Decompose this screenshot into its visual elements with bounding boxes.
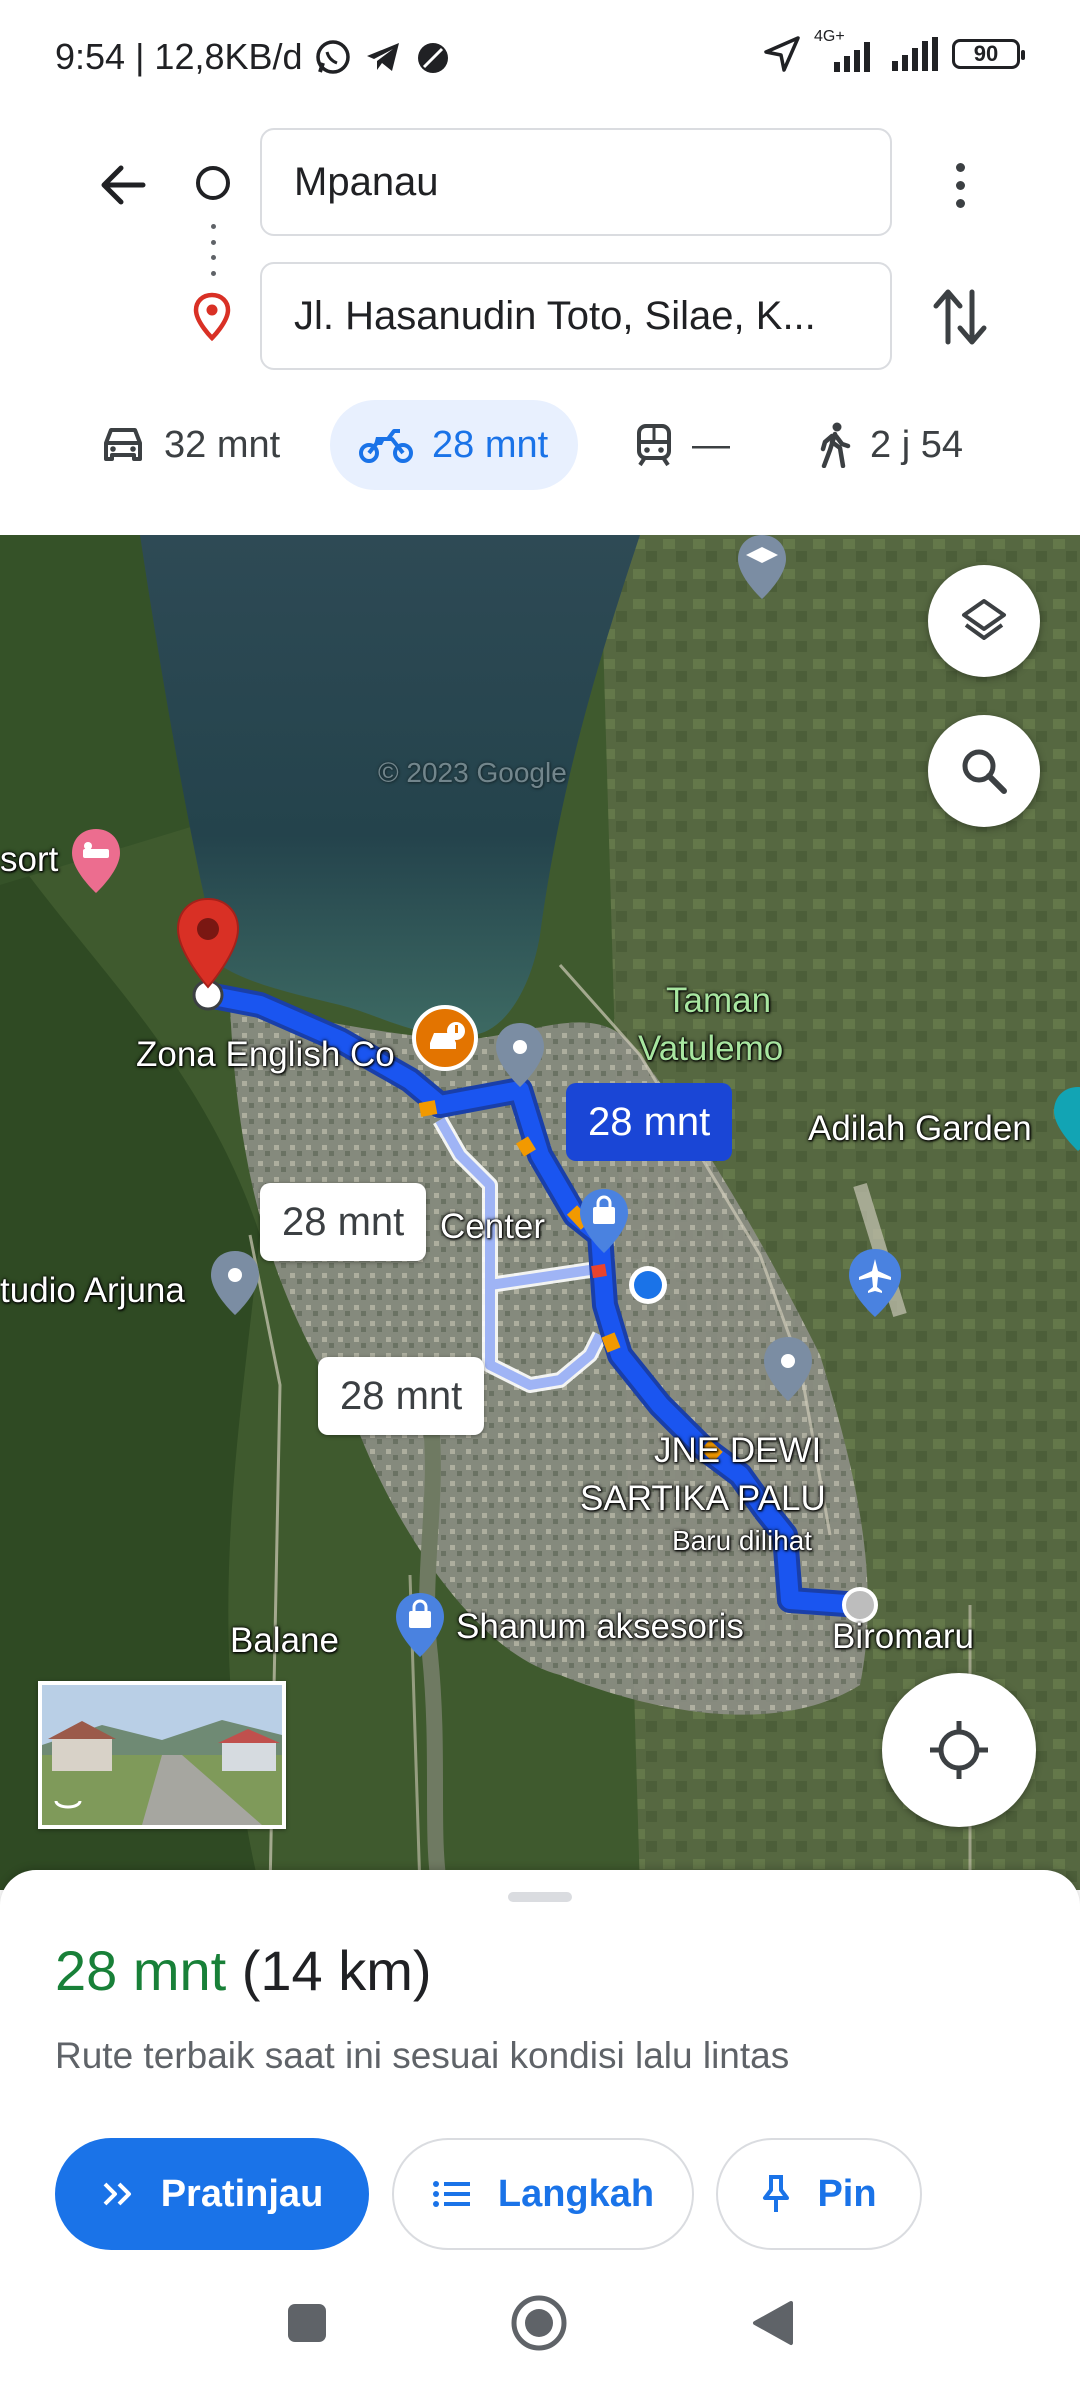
resort-poi-icon[interactable] bbox=[68, 825, 124, 897]
destination-pin-icon bbox=[193, 292, 231, 342]
status-time: 9:54 | 12,8KB/d bbox=[55, 36, 303, 77]
route-duration: 28 mnt bbox=[55, 1939, 227, 2002]
directions-header: Mpanau Jl. Hasanudin Toto, Silae, K... 3… bbox=[0, 110, 1080, 535]
gray-poi-icon[interactable] bbox=[492, 1019, 548, 1091]
whatsapp-icon bbox=[315, 40, 350, 74]
destination-field[interactable]: Jl. Hasanudin Toto, Silae, K... bbox=[260, 262, 892, 370]
preview-button[interactable]: Pratinjau bbox=[55, 2138, 369, 2250]
route-bubble-primary[interactable]: 28 mnt bbox=[566, 1083, 733, 1161]
destination-marker-icon[interactable] bbox=[172, 895, 244, 995]
map-label-center: Center bbox=[440, 1207, 546, 1246]
stopwatch-icon bbox=[417, 43, 448, 73]
map-label-resort: sort bbox=[0, 840, 59, 879]
back-arrow-icon bbox=[101, 165, 146, 205]
drag-handle[interactable] bbox=[508, 1892, 572, 1902]
layers-icon bbox=[962, 599, 1006, 640]
battery-level: 90 bbox=[973, 41, 999, 66]
map-label-sartika: SARTIKA PALU bbox=[580, 1479, 826, 1518]
route-bottom-sheet[interactable]: 28 mnt (14 km) Rute terbaik saat ini ses… bbox=[0, 1870, 1080, 2250]
map-label-biromaru: Biromaru bbox=[832, 1617, 974, 1656]
arjuna-poi-icon[interactable] bbox=[207, 1247, 263, 1319]
mode-motorcycle-label: 28 mnt bbox=[432, 423, 549, 466]
origin-field[interactable]: Mpanau bbox=[260, 128, 892, 236]
route-description: Rute terbaik saat ini sesuai kondisi lal… bbox=[55, 2035, 790, 2076]
pin-button[interactable]: Pin bbox=[716, 2138, 922, 2250]
map-label-baru: Baru dilihat bbox=[672, 1525, 813, 1556]
search-icon bbox=[962, 749, 1007, 794]
back-nav-button[interactable] bbox=[738, 2288, 808, 2358]
back-triangle-icon bbox=[753, 2301, 793, 2345]
home-circle-icon bbox=[511, 2295, 567, 2351]
adilah-poi-icon[interactable] bbox=[1050, 1083, 1080, 1153]
home-button[interactable] bbox=[504, 2288, 574, 2358]
street-view-image bbox=[42, 1685, 282, 1825]
transit-icon bbox=[637, 424, 671, 467]
jne-poi-icon[interactable] bbox=[760, 1333, 816, 1405]
preview-label: Pratinjau bbox=[160, 2172, 324, 2215]
walk-icon bbox=[820, 422, 851, 468]
crosshair-icon bbox=[930, 1721, 988, 1779]
list-icon bbox=[432, 2181, 470, 2207]
shopping-poi-icon[interactable] bbox=[576, 1185, 632, 1257]
route-bubble-alt-2[interactable]: 28 mnt bbox=[318, 1357, 485, 1435]
map-label-jne: JNE DEWI bbox=[654, 1431, 822, 1470]
street-view-thumbnail[interactable] bbox=[38, 1681, 286, 1829]
travel-modes: 32 mnt 28 mnt — 2 j 54 bbox=[0, 400, 1080, 496]
mode-car-label: 32 mnt bbox=[164, 423, 281, 466]
shanum-poi-icon[interactable] bbox=[392, 1589, 448, 1661]
my-location-button[interactable] bbox=[882, 1673, 1036, 1827]
back-button[interactable] bbox=[88, 150, 158, 220]
map-label-arjuna: tudio Arjuna bbox=[0, 1271, 185, 1310]
map-view[interactable]: sort Zona English Co Taman Vatulemo Adil… bbox=[0, 535, 1080, 1890]
pushpin-icon bbox=[763, 2175, 790, 2212]
location-arrow-icon bbox=[764, 36, 800, 72]
mode-motorcycle[interactable]: 28 mnt bbox=[330, 400, 578, 490]
map-watermark: © 2023 Google bbox=[378, 757, 567, 788]
route-connector bbox=[210, 224, 216, 276]
mode-transit-label: — bbox=[692, 423, 730, 466]
mode-walk-label: 2 j 54 bbox=[870, 423, 963, 466]
system-nav-bar bbox=[0, 2250, 1080, 2400]
pin-label: Pin bbox=[817, 2172, 877, 2215]
route-distance: (14 km) bbox=[241, 1939, 432, 2002]
double-chevron-icon bbox=[103, 2182, 131, 2206]
origin-circle-icon bbox=[196, 166, 230, 200]
route-bubble-alt-1[interactable]: 28 mnt bbox=[260, 1183, 427, 1261]
mode-walk[interactable]: 2 j 54 bbox=[818, 400, 963, 490]
recents-square-icon bbox=[288, 2304, 326, 2342]
steps-button[interactable]: Langkah bbox=[392, 2138, 694, 2250]
search-along-route-button[interactable] bbox=[928, 715, 1040, 827]
car-icon bbox=[104, 428, 142, 461]
map-label-taman-1: Taman bbox=[666, 981, 772, 1020]
map-label-adilah: Adilah Garden bbox=[808, 1109, 1032, 1148]
steps-label: Langkah bbox=[497, 2172, 655, 2215]
layers-button[interactable] bbox=[928, 565, 1040, 677]
battery-icon: 90 bbox=[952, 39, 1025, 69]
route-summary: 28 mnt (14 km) bbox=[55, 1938, 432, 2003]
signal-4g: 4G+ bbox=[814, 28, 878, 74]
school-poi-icon[interactable] bbox=[734, 535, 790, 601]
more-vertical-icon[interactable] bbox=[940, 150, 980, 220]
status-right: 4G+ 90 bbox=[762, 28, 1025, 74]
map-label-taman-2: Vatulemo bbox=[638, 1029, 784, 1068]
map-label-shanum: Shanum aksesoris bbox=[456, 1607, 744, 1646]
airport-poi-icon[interactable] bbox=[845, 1245, 905, 1321]
motorcycle-icon bbox=[359, 429, 413, 463]
mode-car[interactable]: 32 mnt bbox=[100, 400, 280, 490]
recents-button[interactable] bbox=[272, 2288, 342, 2358]
status-left: 9:54 | 12,8KB/d bbox=[55, 36, 453, 78]
signal-icon bbox=[892, 37, 938, 71]
telegram-icon bbox=[366, 43, 399, 71]
map-label-balane: Balane bbox=[230, 1621, 339, 1660]
swap-icon[interactable] bbox=[930, 282, 990, 352]
map-label-zona: Zona English Co bbox=[136, 1035, 395, 1074]
status-bar: 9:54 | 12,8KB/d 4G+ 90 bbox=[0, 0, 1080, 110]
mode-transit[interactable]: — bbox=[634, 400, 730, 490]
alert-poi-icon[interactable] bbox=[410, 1003, 480, 1073]
signal-icon bbox=[834, 42, 870, 72]
